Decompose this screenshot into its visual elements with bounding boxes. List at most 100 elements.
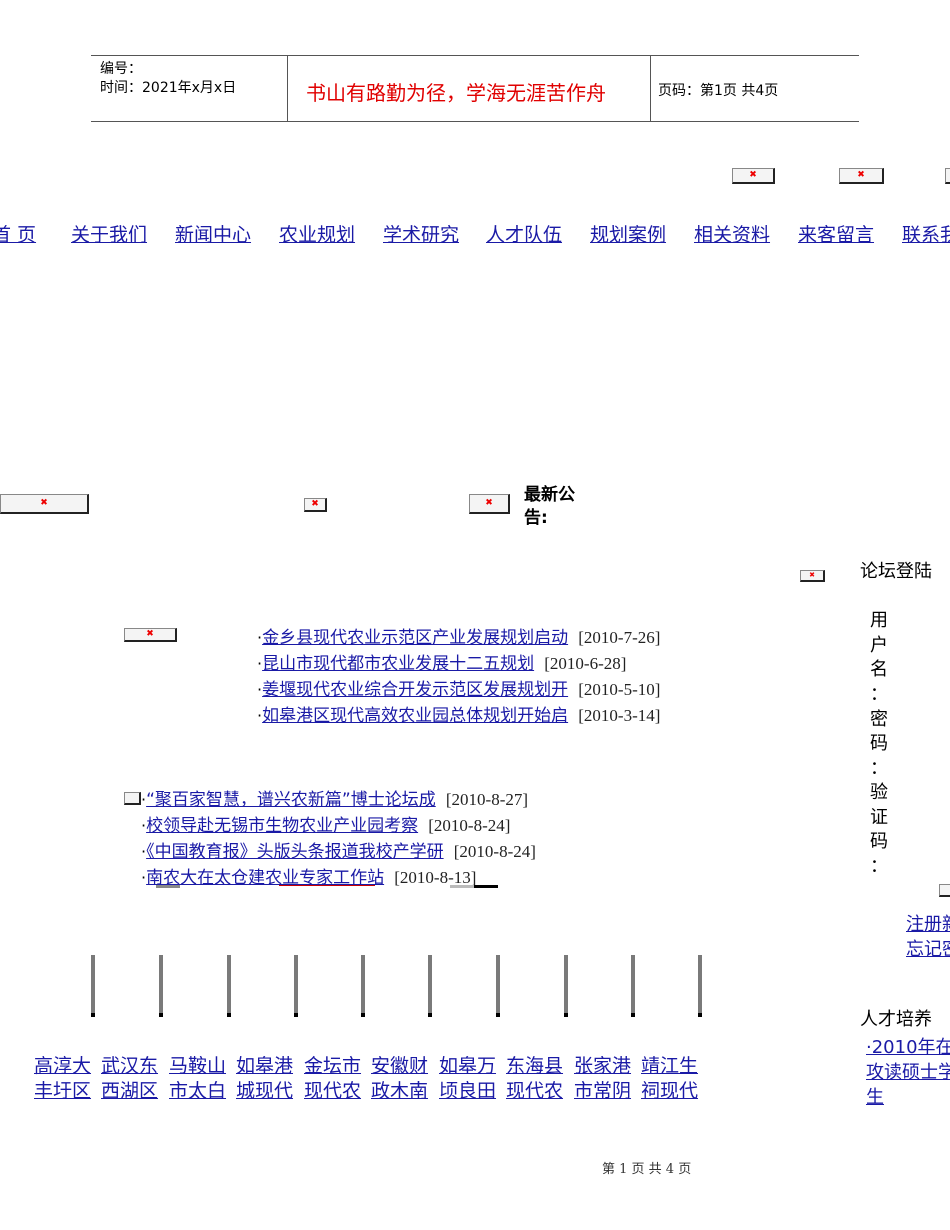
nav-resources[interactable]: 相关资料 — [694, 220, 770, 247]
scroll-bar-divider — [361, 955, 365, 1017]
news-link[interactable]: 金乡县现代农业示范区产业发展规划启动 — [262, 628, 568, 648]
divider — [156, 885, 180, 888]
nav-talent[interactable]: 人才队伍 — [486, 220, 562, 247]
case-link[interactable]: 武汉东 — [101, 1051, 158, 1078]
nav-home[interactable]: 首 页 — [0, 220, 36, 247]
divider — [474, 885, 498, 888]
broken-image-icon — [124, 792, 141, 805]
nav-contact[interactable]: 联系我们 — [902, 220, 950, 247]
broken-image-icon: ✖ — [304, 498, 327, 512]
news-link[interactable]: 昆山市现代都市农业发展十二五规划 — [262, 654, 534, 674]
talent-link[interactable]: 生 — [866, 1083, 884, 1109]
broken-image-icon: ✖ — [800, 570, 825, 582]
case-link[interactable]: 市太白 — [169, 1076, 226, 1103]
divider — [279, 885, 375, 886]
list-item: ·昆山市现代都市农业发展十二五规划 [2010-6-28] — [257, 654, 627, 674]
colon: ： — [870, 684, 888, 705]
case-link[interactable]: 现代农 — [304, 1076, 361, 1103]
colon: ： — [870, 856, 888, 877]
news-link[interactable]: “聚百家智慧，谱兴农新篇”博士论坛成 — [146, 790, 436, 810]
register-link[interactable]: 注册新 — [906, 910, 950, 936]
case-link[interactable]: 祠现代 — [641, 1076, 698, 1103]
broken-image-icon: ✖ — [469, 494, 510, 514]
nav-planning[interactable]: 农业规划 — [279, 220, 355, 247]
news-date: [2010-5-10] — [578, 680, 661, 699]
scroll-bar-divider — [227, 955, 231, 1017]
scroll-bar-divider — [428, 955, 432, 1017]
motto: 书山有路勤为径，学海无涯苦作舟 — [306, 81, 606, 105]
number-label: 编号： — [100, 61, 142, 77]
case-link[interactable]: 高淳大 — [34, 1051, 91, 1078]
time-label: 时间：2021年x月x日 — [100, 80, 237, 96]
nav-guestbook[interactable]: 来客留言 — [798, 220, 874, 247]
news-link[interactable]: 校领导赴无锡市生物农业产业园考察 — [146, 816, 418, 836]
news-list-top: ·金乡县现代农业示范区产业发展规划启动 [2010-7-26] ·昆山市现代都市… — [257, 625, 660, 729]
nav-research[interactable]: 学术研究 — [383, 220, 459, 247]
list-item: ·如皋港区现代高效农业园总体规划开始启 [2010-3-14] — [257, 706, 661, 726]
news-date: [2010-8-27] — [445, 790, 529, 809]
divider — [450, 885, 474, 888]
case-link[interactable]: 城现代 — [236, 1076, 293, 1103]
list-item: ·“聚百家智慧，谱兴农新篇”博士论坛成 [2010-8-27] — [141, 790, 529, 810]
captcha-label: 验 — [870, 782, 888, 803]
case-link[interactable]: 靖江生 — [641, 1051, 698, 1078]
scroll-bar-divider — [564, 955, 568, 1017]
case-link[interactable]: 市常阴 — [574, 1076, 631, 1103]
case-link[interactable]: 马鞍山 — [169, 1051, 226, 1078]
password-label: 密 — [870, 709, 888, 730]
nav-about[interactable]: 关于我们 — [71, 220, 147, 247]
colon: ： — [870, 758, 888, 779]
case-link[interactable]: 张家港 — [574, 1051, 631, 1078]
password-label: 码 — [870, 733, 888, 754]
news-link[interactable]: 《中国教育报》头版头条报道我校产学研 — [146, 842, 444, 862]
broken-image-icon — [945, 168, 950, 184]
case-link[interactable]: 政木南 — [371, 1076, 428, 1103]
broken-image-icon: ✖ — [0, 494, 89, 514]
case-link[interactable]: 丰圩区 — [34, 1076, 91, 1103]
news-link[interactable]: 如皋港区现代高效农业园总体规划开始启 — [262, 706, 568, 726]
news-date: [2010-8-24] — [428, 816, 511, 835]
case-link[interactable]: 东海县 — [506, 1051, 563, 1078]
case-link[interactable]: 安徽财 — [371, 1051, 428, 1078]
scroll-bar-divider — [91, 955, 95, 1017]
list-item: ·校领导赴无锡市生物农业产业园考察 [2010-8-24] — [141, 816, 511, 836]
list-item: ·姜堰现代农业综合开发示范区发展规划开 [2010-5-10] — [257, 680, 661, 700]
nav-news[interactable]: 新闻中心 — [175, 220, 251, 247]
talent-title: 人才培养 — [860, 1009, 932, 1030]
page-footer: 第 1 页 共 4 页 — [602, 1162, 692, 1177]
page-label: 页码：第1页 共4页 — [658, 83, 779, 99]
case-link[interactable]: 现代农 — [506, 1076, 563, 1103]
username-label: 用 — [870, 610, 888, 631]
talent-link[interactable]: ·2010年在 — [866, 1033, 950, 1059]
news-list-bottom: ·“聚百家智慧，谱兴农新篇”博士论坛成 [2010-8-27] ·校领导赴无锡市… — [141, 787, 536, 891]
scroll-bar-divider — [631, 955, 635, 1017]
scroll-bar-divider — [698, 955, 702, 1017]
news-link[interactable]: 姜堰现代农业综合开发示范区发展规划开 — [262, 680, 568, 700]
case-link[interactable]: 西湖区 — [101, 1076, 158, 1103]
broken-image-icon: ✖ — [124, 628, 177, 642]
broken-image-icon — [939, 884, 950, 897]
news-date: [2010-3-14] — [578, 706, 661, 725]
case-link[interactable]: 如皋万 — [439, 1051, 496, 1078]
captcha-label: 证 — [870, 807, 888, 828]
scroll-bar-divider — [496, 955, 500, 1017]
broken-image-icon: ✖ — [732, 168, 775, 184]
announcement-title: 最新公告: — [524, 485, 575, 528]
news-date: [2010-8-24] — [453, 842, 536, 861]
news-date: [2010-7-26] — [578, 628, 661, 647]
nav-cases[interactable]: 规划案例 — [590, 220, 666, 247]
broken-image-icon: ✖ — [839, 168, 884, 184]
case-link[interactable]: 如皋港 — [236, 1051, 293, 1078]
scroll-bar-divider — [159, 955, 163, 1017]
case-link[interactable]: 金坛市 — [304, 1051, 361, 1078]
captcha-label: 码 — [870, 831, 888, 852]
forgot-password-link[interactable]: 忘记密 — [906, 935, 950, 961]
news-date: [2010-6-28] — [544, 654, 627, 673]
case-link[interactable]: 顷良田 — [439, 1076, 496, 1103]
forum-login-title: 论坛登陆 — [860, 561, 932, 582]
list-item: ·金乡县现代农业示范区产业发展规划启动 [2010-7-26] — [257, 628, 661, 648]
username-label: 名 — [870, 659, 888, 680]
talent-link[interactable]: 攻读硕士学 — [866, 1058, 950, 1084]
list-item: ·《中国教育报》头版头条报道我校产学研 [2010-8-24] — [141, 842, 536, 862]
username-label: 户 — [870, 635, 888, 656]
